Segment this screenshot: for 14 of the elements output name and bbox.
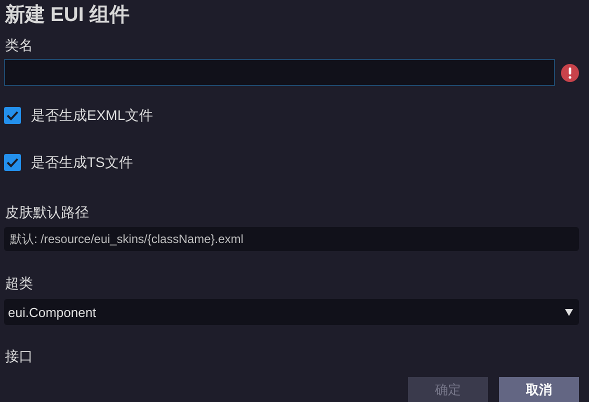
checkbox-label: 是否生成TS文件 bbox=[31, 153, 133, 171]
checkbox[interactable] bbox=[4, 106, 21, 124]
input-field[interactable] bbox=[4, 59, 555, 86]
dialog-title: 新建 EUI 组件 bbox=[5, 3, 130, 27]
dropdown-arrow-icon bbox=[565, 308, 573, 316]
path-field[interactable]: 默认: /resource/eui_skins/{className}.exml bbox=[4, 227, 579, 251]
cancel-button[interactable]: 取消 bbox=[499, 377, 579, 402]
superclass-dropdown[interactable]: eui.Component bbox=[4, 299, 579, 325]
field-label: 超类 bbox=[5, 274, 33, 292]
field-label: 类名 bbox=[5, 36, 33, 54]
checkbox[interactable] bbox=[4, 154, 21, 170]
field-label: 皮肤默认路径 bbox=[5, 203, 89, 221]
field-label: 接口 bbox=[5, 347, 33, 365]
checkbox-label: 是否生成EXML文件 bbox=[31, 106, 154, 124]
